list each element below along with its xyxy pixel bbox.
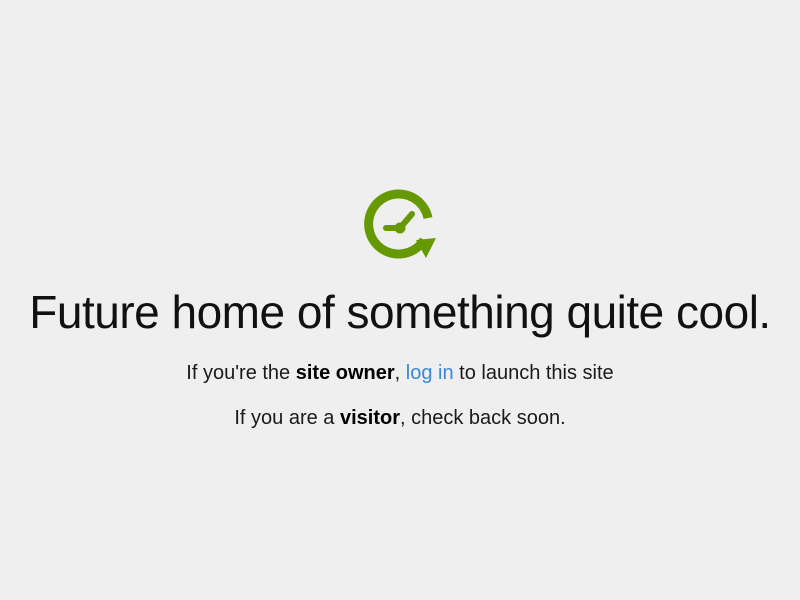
owner-message: If you're the site owner, log in to laun… (0, 360, 800, 386)
owner-strong-text: site owner (295, 362, 395, 384)
owner-comma: , (394, 362, 406, 384)
visitor-strong-text: visitor (339, 407, 400, 429)
visitor-prefix: If you are a (234, 407, 340, 429)
clock-refresh-icon (364, 189, 436, 259)
parked-page: Future home of something quite cool. If … (0, 0, 800, 600)
visitor-message: If you are a visitor, check back soon. (0, 405, 800, 431)
login-link[interactable]: log in (406, 362, 454, 384)
owner-suffix: to launch this site (453, 362, 614, 384)
page-title: Future home of something quite cool. (29, 286, 771, 338)
owner-prefix: If you're the (186, 362, 296, 384)
visitor-suffix: , check back soon. (400, 407, 566, 429)
